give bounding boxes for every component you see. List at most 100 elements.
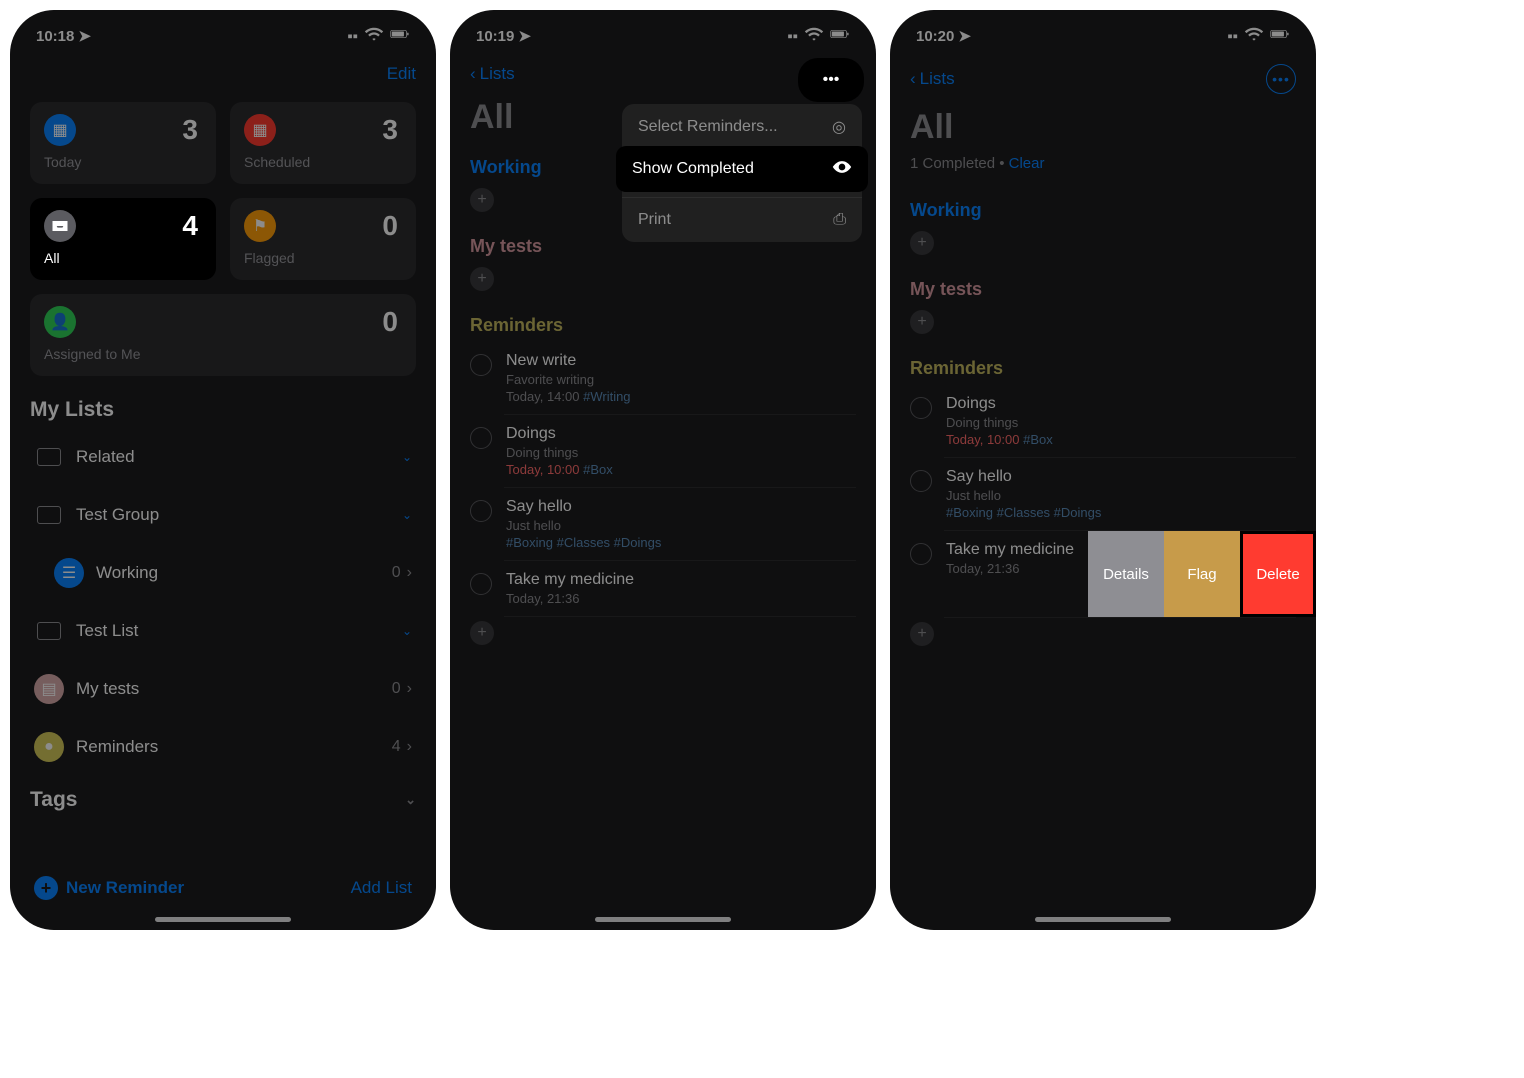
list-working[interactable]: ☰ Working 0› bbox=[24, 544, 422, 602]
add-reminder-button[interactable]: + bbox=[910, 231, 934, 255]
clock: 10:19 bbox=[476, 28, 514, 45]
complete-toggle[interactable] bbox=[470, 354, 492, 376]
menu-select-reminders[interactable]: Select Reminders... ◎ bbox=[622, 104, 862, 150]
back-label: Lists bbox=[480, 64, 515, 84]
edit-button[interactable]: Edit bbox=[387, 64, 416, 84]
new-reminder-button[interactable]: + New Reminder bbox=[34, 876, 184, 900]
tile-scheduled[interactable]: ▦ 3 Scheduled bbox=[230, 102, 416, 184]
divider bbox=[944, 617, 1296, 618]
tile-count: 3 bbox=[182, 114, 198, 146]
reminder-new-write[interactable]: New write Favorite writing Today, 14:00 … bbox=[450, 342, 876, 414]
completed-count: 1 Completed • bbox=[910, 155, 1009, 172]
tile-label: Today bbox=[44, 154, 202, 170]
reminder-title: Say hello bbox=[946, 468, 1296, 486]
add-reminder-button[interactable]: + bbox=[910, 310, 934, 334]
back-button[interactable]: ‹ Lists bbox=[470, 64, 515, 84]
list-count: 0 bbox=[392, 680, 401, 698]
chevron-right-icon: › bbox=[407, 564, 412, 582]
swipe-details-button[interactable]: Details bbox=[1088, 531, 1164, 617]
tags-header[interactable]: Tags ⌄ bbox=[10, 776, 436, 818]
reminder-subtitle: Doing things bbox=[946, 415, 1296, 430]
swipe-delete-button[interactable]: Delete bbox=[1240, 531, 1316, 617]
home-indicator bbox=[155, 917, 291, 922]
menu-show-completed-highlight[interactable]: Show Completed bbox=[616, 146, 868, 192]
complete-toggle[interactable] bbox=[470, 573, 492, 595]
wifi-icon bbox=[804, 24, 824, 48]
more-menu-button[interactable]: ••• bbox=[1266, 64, 1296, 94]
reminder-subtitle: Favorite writing bbox=[506, 372, 856, 387]
reminder-medicine[interactable]: Take my medicine Today, 21:36 bbox=[450, 561, 876, 616]
back-button[interactable]: ‹ Lists bbox=[910, 69, 955, 89]
reminder-subtitle: Just hello bbox=[946, 488, 1296, 503]
group-working: Working bbox=[890, 186, 1316, 227]
reminder-tag: #Boxing #Classes #Doings bbox=[506, 535, 856, 550]
reminder-tag: #Boxing #Classes #Doings bbox=[946, 505, 1296, 520]
list-folder-related[interactable]: Related ⌄ bbox=[24, 428, 422, 486]
tile-assigned[interactable]: 👤 0 Assigned to Me bbox=[30, 294, 416, 376]
reminder-title: Say hello bbox=[506, 498, 856, 516]
add-list-button[interactable]: Add List bbox=[351, 878, 412, 898]
reminder-doings[interactable]: Doings Doing things Today, 10:00 #Box bbox=[450, 415, 876, 487]
bottom-toolbar: + New Reminder Add List bbox=[10, 876, 436, 900]
tile-count: 4 bbox=[182, 210, 198, 242]
list-reminders[interactable]: ● Reminders 4› bbox=[24, 718, 422, 776]
clock: 10:18 bbox=[36, 28, 74, 45]
reminder-subtitle: Doing things bbox=[506, 445, 856, 460]
reminder-subtitle: Just hello bbox=[506, 518, 856, 533]
chevron-right-icon: › bbox=[407, 680, 412, 698]
list-bullet-icon: ● bbox=[34, 732, 64, 762]
complete-toggle[interactable] bbox=[470, 500, 492, 522]
list-count: 4 bbox=[392, 738, 401, 756]
add-reminder-button[interactable]: + bbox=[470, 267, 494, 291]
list-name: Related bbox=[76, 447, 390, 467]
swipe-actions: Details Flag Delete bbox=[1088, 531, 1316, 617]
add-reminder-button[interactable]: + bbox=[470, 188, 494, 212]
tile-label: Scheduled bbox=[244, 154, 402, 170]
tile-count: 0 bbox=[382, 306, 398, 338]
signal-icon: ▪▪ bbox=[787, 28, 798, 45]
add-reminder-button[interactable]: + bbox=[470, 621, 494, 645]
list-folder-testlist[interactable]: Test List ⌄ bbox=[24, 602, 422, 660]
more-menu-button[interactable]: ••• bbox=[798, 58, 864, 102]
tags-label: Tags bbox=[30, 788, 77, 812]
list-folder-testgroup[interactable]: Test Group ⌄ bbox=[24, 486, 422, 544]
chevron-left-icon: ‹ bbox=[470, 64, 476, 84]
chevron-right-icon: › bbox=[407, 738, 412, 756]
reminder-doings[interactable]: Doings Doing things Today, 10:00 #Box bbox=[890, 385, 1316, 457]
my-lists-header: My Lists bbox=[10, 386, 436, 428]
nav-header: Edit bbox=[10, 56, 436, 92]
battery-icon bbox=[1270, 24, 1290, 48]
calendar-icon: ▦ bbox=[44, 114, 76, 146]
clear-button[interactable]: Clear bbox=[1009, 155, 1045, 172]
chevron-down-icon: ⌄ bbox=[405, 792, 416, 808]
screenshot-3-swipe: 10:20➤ ▪▪ ‹ Lists ••• All 1 Completed • … bbox=[890, 10, 1316, 930]
smart-list-tiles: ▦ 3 Today ▦ 3 Scheduled 4 All ⚑ 0 Flagge… bbox=[10, 92, 436, 386]
reminder-sayhello[interactable]: Say hello Just hello #Boxing #Classes #D… bbox=[450, 488, 876, 560]
signal-icon: ▪▪ bbox=[1227, 28, 1238, 45]
status-bar: 10:20➤ ▪▪ bbox=[890, 10, 1316, 56]
status-bar: 10:19➤ ▪▪ bbox=[450, 10, 876, 56]
complete-toggle[interactable] bbox=[910, 543, 932, 565]
list-bullet-icon: ☰ bbox=[54, 558, 84, 588]
eye-icon bbox=[832, 157, 852, 182]
printer-icon: ⎙ bbox=[833, 211, 846, 229]
list-name: Test Group bbox=[76, 505, 390, 525]
reminder-sayhello[interactable]: Say hello Just hello #Boxing #Classes #D… bbox=[890, 458, 1316, 530]
new-reminder-label: New Reminder bbox=[66, 878, 184, 898]
list-bullet-icon: ▤ bbox=[34, 674, 64, 704]
complete-toggle[interactable] bbox=[470, 427, 492, 449]
reminder-title: Take my medicine bbox=[506, 571, 856, 589]
complete-toggle[interactable] bbox=[910, 470, 932, 492]
list-mytests[interactable]: ▤ My tests 0› bbox=[24, 660, 422, 718]
menu-label: Show Completed bbox=[632, 160, 754, 178]
complete-toggle[interactable] bbox=[910, 397, 932, 419]
tile-flagged[interactable]: ⚑ 0 Flagged bbox=[230, 198, 416, 280]
swipe-flag-button[interactable]: Flag bbox=[1164, 531, 1240, 617]
location-icon: ➤ bbox=[958, 28, 971, 45]
reminder-time: Today, 21:36 bbox=[506, 591, 856, 606]
flag-icon: ⚑ bbox=[244, 210, 276, 242]
tile-today[interactable]: ▦ 3 Today bbox=[30, 102, 216, 184]
menu-print[interactable]: Print ⎙ bbox=[622, 197, 862, 242]
tile-all[interactable]: 4 All bbox=[30, 198, 216, 280]
add-reminder-button[interactable]: + bbox=[910, 622, 934, 646]
